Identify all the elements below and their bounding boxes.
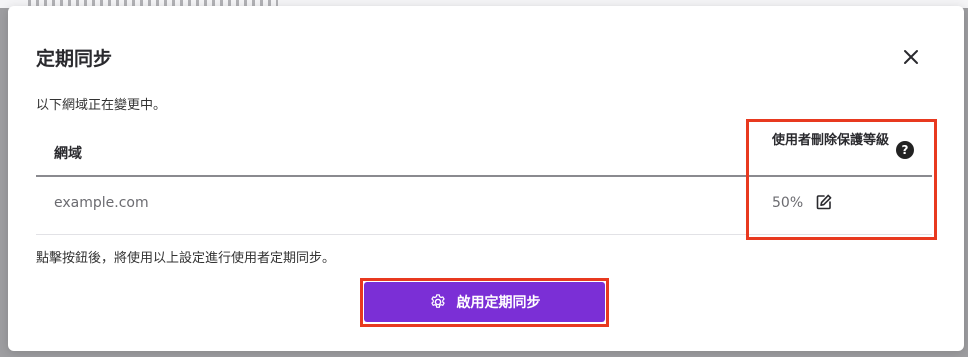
dialog-title: 定期同步 — [36, 48, 113, 70]
highlight-protection-level-column — [746, 119, 937, 240]
instruction-note: 點擊按鈕後，將使用以上設定進行使用者定期同步。 — [36, 251, 336, 266]
enable-periodic-sync-button[interactable]: 啟用定期同步 — [364, 282, 605, 322]
enable-periodic-sync-label: 啟用定期同步 — [456, 295, 541, 311]
sync-dialog: 定期同步 以下網域正在變更中。 網域 使用者刪除保護等級 ? example.c… — [8, 6, 964, 351]
gear-icon — [430, 294, 445, 308]
close-button[interactable] — [898, 44, 924, 70]
table-cell-domain: example.com — [54, 195, 149, 211]
close-icon — [904, 50, 918, 64]
column-header-domain: 網域 — [54, 146, 82, 162]
dialog-description: 以下網域正在變更中。 — [36, 98, 167, 113]
